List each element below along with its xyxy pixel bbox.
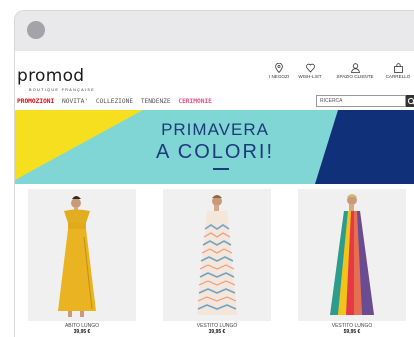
wishlist-label: WISH-LIST <box>298 74 322 79</box>
browser-window: promod BOUTIQUE FRANÇAISE I NEGOZI WISH-… <box>14 10 414 337</box>
product-card[interactable]: ABITO LUNGO 39,95 € <box>28 189 136 337</box>
banner-title-line1: PRIMAVERA <box>161 120 269 139</box>
web-page: promod BOUTIQUE FRANÇAISE I NEGOZI WISH-… <box>15 51 414 337</box>
nav-collezione[interactable]: COLLEZIONE <box>96 98 133 105</box>
nav-cerimonie[interactable]: CERIMONIE <box>178 98 212 105</box>
heart-icon <box>305 63 315 73</box>
user-icon <box>350 63 360 73</box>
browser-toolbar <box>15 11 414 51</box>
banner-underline <box>213 168 229 170</box>
product-card[interactable]: VESTITO LUNGO 39,95 € <box>163 189 271 337</box>
nav-novita[interactable]: NOVITA' <box>62 98 88 105</box>
product-price: 39,95 € <box>73 329 91 335</box>
cart-link[interactable]: CARRELLO <box>383 63 413 79</box>
promo-banner[interactable]: PRIMAVERA A COLORI! <box>15 110 414 184</box>
product-grid: ABITO LUNGO 39,95 € VESTITO LUNGO 39,95 … <box>15 189 414 337</box>
logo-tagline: BOUTIQUE FRANÇAISE <box>29 88 96 92</box>
search-button[interactable] <box>406 95 414 107</box>
nav-tendenze[interactable]: TENDENZE <box>141 98 171 105</box>
shopping-bag-icon <box>393 63 403 73</box>
account-link[interactable]: SPAZIO CLIENTE <box>333 63 377 79</box>
location-pin-icon <box>275 63 283 73</box>
window-control-dot[interactable] <box>27 21 45 39</box>
nav-promozioni[interactable]: PROMOZIONI <box>17 98 54 105</box>
stores-link[interactable]: I NEGOZI <box>265 63 293 79</box>
banner-title-line2: A COLORI! <box>155 141 275 163</box>
wishlist-link[interactable]: WISH-LIST <box>297 63 323 79</box>
product-image[interactable] <box>298 189 406 321</box>
account-label: SPAZIO CLIENTE <box>336 74 374 79</box>
search-input[interactable]: RICERCA <box>316 95 406 107</box>
search-icon <box>407 97 414 105</box>
main-navigation: PROMOZIONI NOVITA' COLLEZIONE TENDENZE C… <box>17 98 216 105</box>
cart-label: CARRELLO <box>385 74 411 79</box>
product-price: 59,95 € <box>343 329 361 335</box>
product-image[interactable] <box>28 189 136 321</box>
model-figure <box>197 195 237 315</box>
model-figure <box>58 196 96 317</box>
promod-logo[interactable]: promod <box>17 66 84 86</box>
model-figure <box>330 194 374 315</box>
product-image[interactable] <box>163 189 271 321</box>
product-price: 39,95 € <box>208 329 226 335</box>
product-card[interactable]: VESTITO LUNGO 59,95 € <box>298 189 406 337</box>
stores-label: I NEGOZI <box>268 74 290 79</box>
